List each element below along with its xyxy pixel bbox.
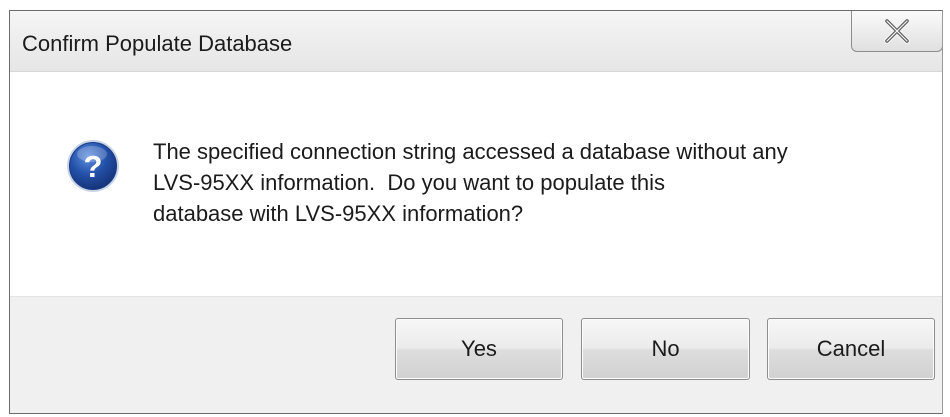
svg-text:?: ? xyxy=(84,149,103,184)
question-icon: ? xyxy=(67,140,119,192)
message-line-2: LVS-95XX information. Do you want to pop… xyxy=(153,170,665,195)
message-line-1: The specified connection string accessed… xyxy=(153,139,788,164)
message-line-3: database with LVS-95XX information? xyxy=(153,201,524,226)
button-bar: Yes No Cancel xyxy=(10,296,942,413)
close-icon xyxy=(884,17,910,44)
yes-button[interactable]: Yes xyxy=(395,318,563,380)
cancel-button[interactable]: Cancel xyxy=(767,318,935,380)
no-button[interactable]: No xyxy=(581,318,750,380)
dialog-title: Confirm Populate Database xyxy=(22,31,293,56)
close-button[interactable] xyxy=(851,11,942,52)
message-text: The specified connection string accessed… xyxy=(153,136,913,229)
confirm-dialog: Confirm Populate Database ? The specifie… xyxy=(9,10,943,414)
title-bar[interactable]: Confirm Populate Database xyxy=(10,11,942,72)
message-area: ? The specified connection string access… xyxy=(10,72,942,296)
